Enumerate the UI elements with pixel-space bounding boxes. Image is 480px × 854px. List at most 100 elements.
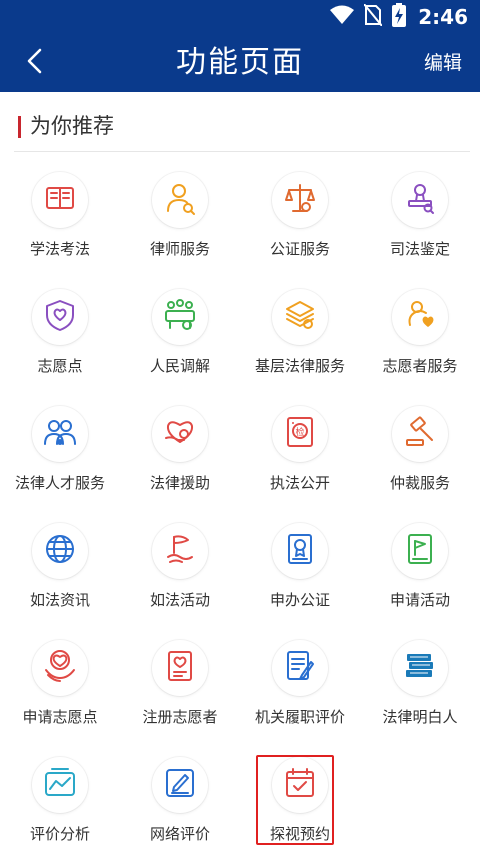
icon-circle <box>392 406 448 462</box>
section-title: 为你推荐 <box>30 114 114 138</box>
function-item[interactable]: 网络评价 <box>120 737 240 854</box>
function-item[interactable]: 评价分析 <box>0 737 120 854</box>
flag-icon <box>162 531 198 571</box>
volunteer-shield-icon <box>42 297 78 337</box>
icon-circle <box>152 523 208 579</box>
svg-text:检: 检 <box>295 426 304 438</box>
function-item[interactable]: 申办公证 <box>240 503 360 620</box>
function-item[interactable]: 注册志愿者 <box>120 620 240 737</box>
function-item-label: 志愿点 <box>37 357 83 375</box>
function-item-label: 执法公开 <box>269 474 330 492</box>
heart-hand-icon <box>162 414 198 454</box>
function-item-label: 人民调解 <box>149 357 210 375</box>
icon-circle <box>32 757 88 813</box>
activity-flag-icon <box>402 531 438 571</box>
icon-circle: 检 <box>272 406 328 462</box>
section-accent-bar <box>18 116 21 138</box>
function-item[interactable]: 检执法公开 <box>240 386 360 503</box>
status-time: 2:46 <box>418 5 468 29</box>
page-title: 功能页面 <box>176 45 304 80</box>
function-item[interactable]: 学法考法 <box>0 152 120 269</box>
chevron-left-icon <box>26 48 42 78</box>
icon-circle <box>152 289 208 345</box>
icon-circle <box>32 406 88 462</box>
function-item-label: 学法考法 <box>29 240 90 258</box>
inspection-icon: 检 <box>282 414 318 454</box>
lawyer-icon <box>162 180 198 220</box>
volunteer-heart-icon <box>402 297 438 337</box>
status-bar: 2:46 <box>0 0 480 34</box>
stamp-icon <box>402 180 438 220</box>
back-button[interactable] <box>14 44 54 82</box>
icon-circle <box>152 172 208 228</box>
certificate-icon <box>282 531 318 571</box>
function-item[interactable]: 申请志愿点 <box>0 620 120 737</box>
icon-circle <box>32 289 88 345</box>
function-item-label: 评价分析 <box>29 825 90 843</box>
function-item[interactable]: 探视预约 <box>240 737 360 854</box>
pen-board-icon <box>162 765 198 805</box>
function-item[interactable]: 公证服务 <box>240 152 360 269</box>
function-item-label: 申请活动 <box>389 591 450 609</box>
nav-bar: 功能页面 编辑 <box>0 34 480 92</box>
function-item[interactable]: 机关履职评价 <box>240 620 360 737</box>
icon-circle <box>32 523 88 579</box>
wifi-icon <box>330 5 355 29</box>
layers-icon <box>282 297 318 337</box>
icon-circle <box>392 640 448 696</box>
function-item[interactable]: 如法资讯 <box>0 503 120 620</box>
function-item-label: 如法资讯 <box>29 591 90 609</box>
function-item-label: 律师服务 <box>149 240 210 258</box>
function-item[interactable]: 司法鉴定 <box>360 152 480 269</box>
analysis-chart-icon <box>42 765 78 805</box>
function-item-label: 注册志愿者 <box>142 708 218 726</box>
function-item[interactable]: 如法活动 <box>120 503 240 620</box>
icon-circle <box>392 523 448 579</box>
globe-icon <box>42 531 78 571</box>
status-icons: 2:46 <box>330 3 468 31</box>
function-grid: 学法考法 律师服务 公证服务 司法鉴定志愿点 人民调解 基层法律服务 志愿者服务法律人才服务… <box>0 152 480 854</box>
icon-circle <box>272 640 328 696</box>
function-item[interactable]: 仲裁服务 <box>360 386 480 503</box>
function-item[interactable]: 律师服务 <box>120 152 240 269</box>
function-item[interactable]: 志愿者服务 <box>360 269 480 386</box>
function-item-label: 网络评价 <box>149 825 210 843</box>
function-item-label: 法律援助 <box>149 474 210 492</box>
function-item-label: 公证服务 <box>269 240 330 258</box>
battery-charging-icon <box>392 3 407 31</box>
icon-circle <box>32 172 88 228</box>
function-item[interactable]: 人民调解 <box>120 269 240 386</box>
register-icon <box>162 648 198 688</box>
function-item-label: 申办公证 <box>269 591 330 609</box>
function-item[interactable]: 志愿点 <box>0 269 120 386</box>
document-edit-icon <box>282 648 318 688</box>
function-item-label: 如法活动 <box>149 591 210 609</box>
icon-circle <box>392 289 448 345</box>
function-item-label: 法律人才服务 <box>14 474 105 492</box>
gavel-icon <box>402 414 438 454</box>
book-icon <box>42 180 78 220</box>
icon-circle <box>392 172 448 228</box>
function-item[interactable]: 基层法律服务 <box>240 269 360 386</box>
function-item[interactable]: 申请活动 <box>360 503 480 620</box>
no-sim-icon <box>363 3 384 30</box>
volunteer-hands-icon <box>42 648 78 688</box>
function-item-label: 机关履职评价 <box>254 708 345 726</box>
section-header: 为你推荐 <box>14 108 470 152</box>
icon-circle <box>152 406 208 462</box>
icon-circle <box>272 757 328 813</box>
function-item-label: 法律明白人 <box>382 708 458 726</box>
books-stack-icon <box>402 648 438 688</box>
function-item[interactable]: 法律明白人 <box>360 620 480 737</box>
icon-circle <box>272 172 328 228</box>
icon-circle <box>152 640 208 696</box>
function-item-label: 探视预约 <box>269 825 330 843</box>
icon-circle <box>272 289 328 345</box>
icon-circle <box>152 757 208 813</box>
function-item-label: 志愿者服务 <box>382 357 458 375</box>
function-item[interactable]: 法律援助 <box>120 386 240 503</box>
function-item-label: 基层法律服务 <box>254 357 345 375</box>
function-item-label: 申请志愿点 <box>22 708 98 726</box>
edit-button[interactable]: 编辑 <box>424 34 462 92</box>
function-item[interactable]: 法律人才服务 <box>0 386 120 503</box>
